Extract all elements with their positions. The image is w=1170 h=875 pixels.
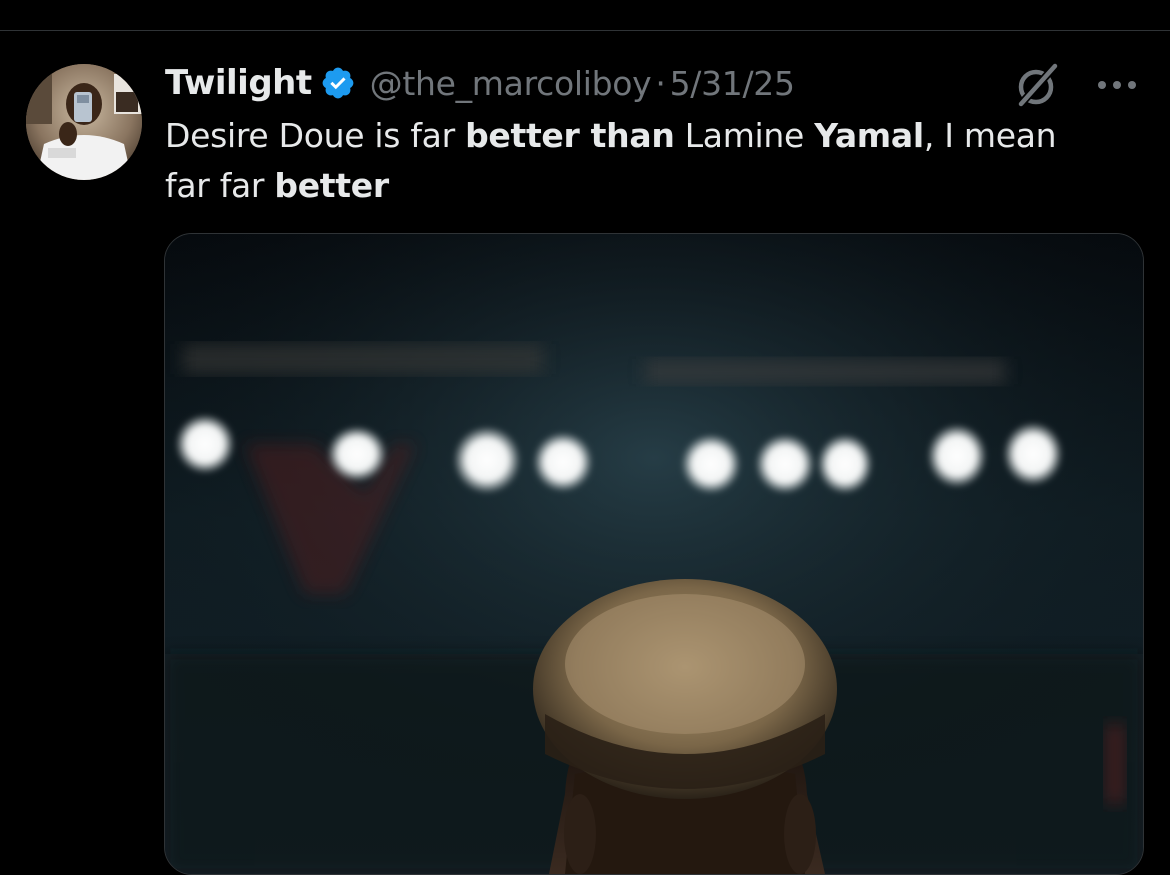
more-options-icon[interactable] — [1094, 65, 1140, 105]
tweet[interactable]: Twilight @the_marcoliboy · 5/31/25 Desir… — [0, 31, 1170, 875]
author-handle[interactable]: @the_marcoliboy — [370, 64, 652, 103]
separator-dot: · — [655, 63, 666, 103]
tweet-header: Twilight @the_marcoliboy · 5/31/25 — [165, 59, 795, 107]
grok-icon[interactable] — [1012, 61, 1062, 109]
text-segment: Lamine — [674, 116, 815, 155]
text-bold-segment: Yamal — [814, 116, 924, 155]
text-bold-segment: better — [274, 166, 389, 205]
avatar[interactable] — [26, 64, 142, 180]
verified-badge-icon — [320, 65, 356, 101]
stadium-player-photo — [165, 234, 1143, 874]
text-segment: , I mean — [923, 116, 1057, 155]
text-bold-segment: better than — [465, 116, 675, 155]
text-segment: far far — [165, 166, 275, 205]
display-name[interactable]: Twilight — [165, 63, 312, 103]
tweet-media-image[interactable] — [164, 233, 1144, 875]
post-date[interactable]: 5/31/25 — [670, 64, 795, 103]
text-segment: Desire Doue is far — [165, 116, 466, 155]
tweet-text: Desire Doue is far better than Lamine Ya… — [165, 111, 1145, 211]
avatar-photo — [26, 64, 142, 180]
